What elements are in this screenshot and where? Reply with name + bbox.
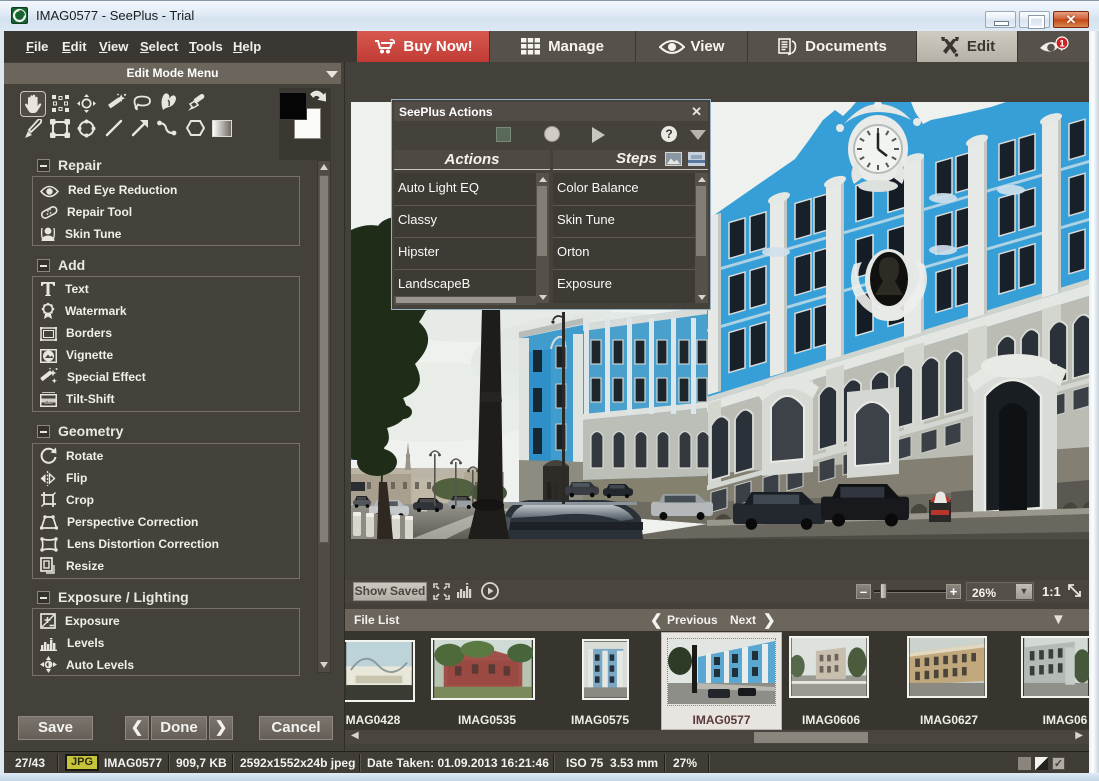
svg-text:1: 1 <box>1059 38 1065 49</box>
